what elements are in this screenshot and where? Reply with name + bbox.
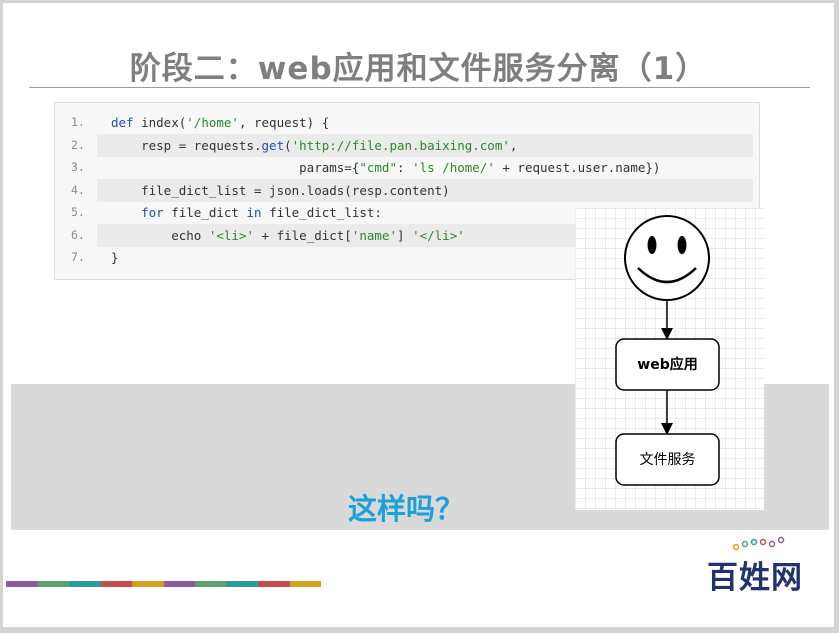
code-token: + file_dict[ [254,227,352,243]
code-token: 'ls /home/' [412,160,495,175]
stripe-segment [289,581,321,587]
code-token: 'http://file.pan.baixing.com' [291,137,510,153]
logo-text: 百姓网 [707,560,803,596]
title-divider [29,87,810,88]
code-token: for [141,205,164,220]
line-number: 1. [71,115,85,129]
code-token: 'name' [351,227,397,243]
code-token: params={ [111,160,360,175]
code-token: file_dict [163,205,247,220]
code-token: ( [284,137,292,153]
code-text: params={"cmd": 'ls /home/' + request.use… [111,156,660,179]
code-token: get [261,137,285,153]
code-token: + request.user.name}) [494,160,661,175]
stripe-segment [6,581,38,587]
slide-title: 阶段二：web应用和文件服务分离（1） [129,51,708,87]
code-token: in [246,205,262,220]
code-text: resp = requests.get('http://file.pan.bai… [111,134,517,157]
code-line: 1. def index('/home', request) { [55,111,759,134]
web-app-label: web应用 [637,357,698,373]
line-number: 6. [71,227,85,242]
code-token: , request) { [238,115,330,130]
code-token: } [111,250,119,265]
code-text: file_dict_list = json.loads(resp.content… [111,179,450,202]
code-text: for file_dict in file_dict_list: [111,201,382,224]
stripe-segment [258,581,290,587]
line-number: 2. [71,137,85,152]
stripe-segment [226,581,258,587]
code-token: file_dict_list = json.loads(resp.content… [111,182,450,198]
code-token: echo [111,227,209,243]
code-text: } [111,246,119,269]
line-number: 5. [71,205,85,219]
code-token: '</li>' [412,227,465,243]
smiley-face-icon [624,215,710,301]
code-line: 4. file_dict_list = json.loads(resp.cont… [55,178,759,202]
code-text: echo '<li>' + file_dict['name'] '</li>' [111,224,465,247]
line-number: 4. [71,182,85,197]
stripe-segment [69,581,101,587]
code-line: 3. params={"cmd": 'ls /home/' + request.… [55,156,759,179]
code-token: index( [133,115,187,130]
code-token: def [111,115,134,130]
code-token: ] [397,227,413,243]
code-token: : [397,160,413,175]
stripe-segment [100,581,132,587]
code-token: file_dict_list: [261,205,382,220]
architecture-diagram: web应用 文件服务 [575,208,764,510]
code-token: "cmd" [359,160,397,175]
slide: 阶段二：web应用和文件服务分离（1） 1. def index('/home',… [3,3,834,627]
stripe-segment [132,581,164,587]
code-token: '/home' [186,115,239,130]
code-line: 2. resp = requests.get('http://file.pan.… [55,133,759,157]
stripe-segment [163,581,195,587]
color-stripe [6,581,321,587]
line-number: 7. [71,250,85,264]
code-token: resp = requests. [111,137,262,153]
stripe-segment [195,581,227,587]
stripe-segment [37,581,69,587]
code-token: '<li>' [208,227,254,243]
line-number: 3. [71,160,85,174]
code-text: def index('/home', request) { [111,111,329,134]
question-text: 这样吗？ [348,492,465,526]
baixing-logo: 百姓网 [707,536,817,596]
code-token: , [509,137,518,153]
file-service-label: 文件服务 [639,452,696,468]
